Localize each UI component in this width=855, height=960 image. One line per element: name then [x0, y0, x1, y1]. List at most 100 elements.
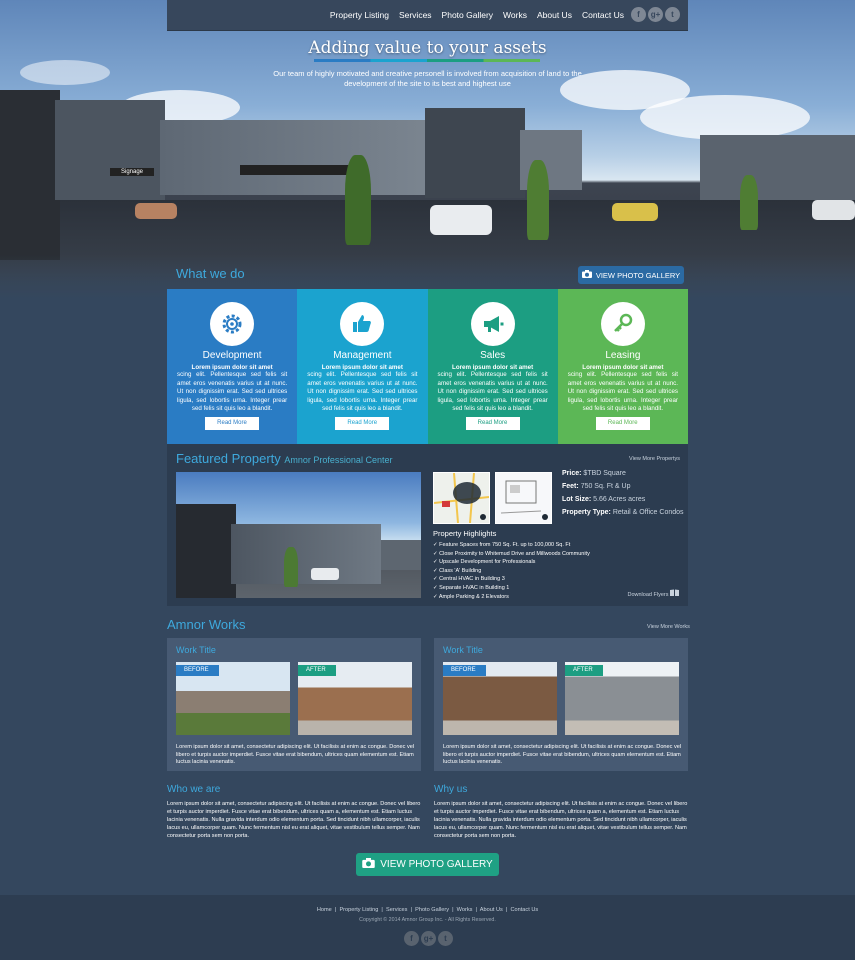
megaphone-icon — [470, 302, 515, 346]
before-tag: BEFORE — [443, 665, 486, 676]
featured-heading: Featured Property — [176, 451, 281, 466]
work-description: Lorem ipsum dolor sit amet, consectetur … — [443, 744, 682, 766]
before-photo[interactable]: BEFORE — [176, 662, 290, 735]
gallery-button-label: VIEW PHOTO GALLERY — [595, 270, 681, 280]
footer-link-services[interactable]: Services — [386, 907, 407, 913]
footer-link-property-listing[interactable]: Property Listing — [339, 907, 378, 913]
nav-about-us[interactable]: About Us — [537, 10, 572, 20]
spec-value: Retail & Office Condos — [612, 509, 684, 516]
work-title[interactable]: Work Title — [443, 645, 483, 655]
spec-lot-size: Lot Size: 5.66 Acres acres — [562, 496, 645, 503]
spec-label: Price: — [562, 470, 582, 477]
camera-icon — [362, 858, 376, 871]
list-item: Upscale Development for Professionals — [433, 558, 590, 567]
copyright: Copyright © 2014 Amnor Group Inc. - All … — [359, 917, 496, 923]
list-item: Ample Parking & 2 Elevators — [433, 593, 590, 602]
nav-services[interactable]: Services — [399, 10, 432, 20]
main-nav: Property Listing Services Photo Gallery … — [330, 10, 624, 20]
service-description: scing elit. Pellentesque sed felis sit a… — [437, 371, 548, 412]
read-more-button[interactable]: Read More — [335, 417, 390, 430]
who-we-are-title: Who we are — [167, 784, 221, 795]
view-more-properties-link[interactable]: View More Propertys — [629, 456, 680, 462]
service-name: Sales — [480, 350, 506, 361]
highlights-list: Feature Spaces from 750 Sq. Ft. up to 10… — [433, 541, 590, 601]
spec-value: 5.66 Acres acres — [593, 496, 646, 503]
after-tag: AFTER — [565, 665, 603, 676]
site-plan-thumbnail[interactable] — [495, 472, 552, 524]
featured-property-name: Amnor Professional Center — [284, 455, 393, 465]
google-plus-icon[interactable]: g+ — [421, 931, 436, 946]
works-title: Amnor Works — [167, 617, 246, 632]
highlights-title: Property Highlights — [433, 529, 497, 538]
key-icon — [600, 302, 645, 346]
spec-value: $TBD Square — [583, 470, 626, 477]
work-card: Work Title BEFORE AFTER Lorem ipsum dolo… — [434, 638, 688, 771]
after-tag: AFTER — [298, 665, 336, 676]
footer-link-contact-us[interactable]: Contact Us — [510, 907, 538, 913]
spec-label: Feet: — [562, 483, 579, 490]
spec-label: Property Type: — [562, 509, 611, 516]
what-we-do-title: What we do — [176, 266, 245, 281]
read-more-button[interactable]: Read More — [465, 417, 520, 430]
nav-property-listing[interactable]: Property Listing — [330, 10, 389, 20]
before-photo[interactable]: BEFORE — [443, 662, 557, 735]
footer-link-home[interactable]: Home — [317, 907, 332, 913]
thumbs-up-icon — [340, 302, 385, 346]
who-we-are-text: Lorem ipsum dolor sit amet, consectetur … — [167, 801, 421, 839]
service-card-management: Management Lorem ipsum dolor sit amet sc… — [297, 289, 428, 444]
twitter-icon[interactable]: t — [438, 931, 453, 946]
footer-link-works[interactable]: Works — [457, 907, 473, 913]
spec-property-type: Property Type: Retail & Office Condos — [562, 509, 684, 516]
list-item: Class 'A' Building — [433, 567, 590, 576]
signage-label: Signage — [110, 168, 154, 176]
google-plus-icon[interactable]: g+ — [648, 7, 663, 22]
list-item: Feature Spaces from 750 Sq. Ft. up to 10… — [433, 541, 590, 550]
services-row: Development Lorem ipsum dolor sit amet s… — [167, 289, 688, 444]
footer-social-links: f g+ t — [404, 931, 453, 946]
service-lead: Lorem ipsum dolor sit amet — [321, 364, 403, 371]
nav-works[interactable]: Works — [503, 10, 527, 20]
footer-nav: Home | Property Listing | Services | Pho… — [316, 907, 539, 913]
location-map-thumbnail[interactable] — [433, 472, 490, 524]
nav-contact-us[interactable]: Contact Us — [582, 10, 624, 20]
footer-link-photo-gallery[interactable]: Photo Gallery — [415, 907, 449, 913]
service-description: scing elit. Pellentesque sed felis sit a… — [567, 371, 678, 412]
facebook-icon[interactable]: f — [631, 7, 646, 22]
service-lead: Lorem ipsum dolor sit amet — [452, 364, 534, 371]
gear-icon — [210, 302, 255, 346]
service-name: Leasing — [605, 350, 641, 361]
hero-color-bar — [314, 59, 540, 62]
list-item: Separate HVAC in Building 1 — [433, 584, 590, 593]
before-tag: BEFORE — [176, 665, 219, 676]
spec-value: 750 Sq. Ft & Up — [580, 483, 631, 490]
service-description: scing elit. Pellentesque sed felis sit a… — [307, 371, 418, 412]
service-lead: Lorem ipsum dolor sit amet — [582, 364, 664, 371]
download-flyers-link[interactable]: Download Flyers — [628, 589, 679, 598]
featured-property-section: Featured Property Amnor Professional Cen… — [167, 444, 688, 606]
top-navbar: Property Listing Services Photo Gallery … — [167, 0, 688, 31]
hero-subtitle: Our team of highly motivated and creativ… — [273, 69, 582, 88]
work-description: Lorem ipsum dolor sit amet, consectetur … — [176, 744, 415, 766]
list-item: Close Proximity to Whitemud Drive and Mi… — [433, 550, 590, 559]
facebook-icon[interactable]: f — [404, 931, 419, 946]
spec-price: Price: $TBD Square — [562, 470, 626, 477]
read-more-button[interactable]: Read More — [595, 417, 650, 430]
view-photo-gallery-button[interactable]: VIEW PHOTO GALLERY — [578, 266, 684, 284]
hero-title: Adding value to your assets — [308, 38, 547, 58]
twitter-icon[interactable]: t — [665, 7, 680, 22]
after-photo[interactable]: AFTER — [565, 662, 679, 735]
service-card-development: Development Lorem ipsum dolor sit amet s… — [167, 289, 298, 444]
social-links: f g+ t — [631, 7, 680, 22]
after-photo[interactable]: AFTER — [298, 662, 412, 735]
read-more-button[interactable]: Read More — [205, 417, 259, 430]
footer-link-about-us[interactable]: About Us — [480, 907, 503, 913]
nav-photo-gallery[interactable]: Photo Gallery — [442, 10, 494, 20]
spec-feet: Feet: 750 Sq. Ft & Up — [562, 483, 631, 490]
featured-property-photo[interactable] — [176, 472, 421, 598]
camera-icon — [581, 270, 592, 280]
work-title[interactable]: Work Title — [176, 645, 216, 655]
view-more-works-link[interactable]: View More Works — [647, 624, 690, 630]
service-name: Development — [202, 350, 262, 361]
view-photo-gallery-large-button[interactable]: VIEW PHOTO GALLERY — [356, 853, 499, 876]
why-us-title: Why us — [434, 784, 468, 795]
